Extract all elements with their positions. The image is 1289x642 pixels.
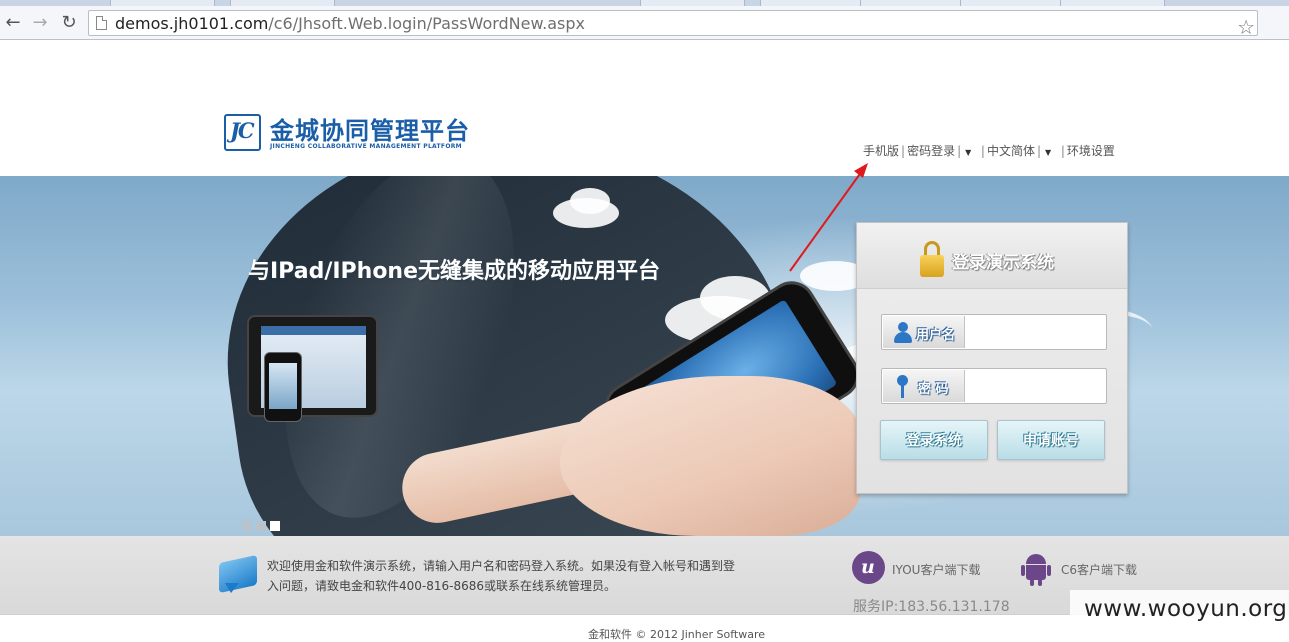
password-label-box: 密 码 xyxy=(883,370,965,402)
star-icon[interactable]: ☆ xyxy=(1237,17,1255,37)
arrow-right-icon[interactable]: → xyxy=(31,14,49,32)
password-input[interactable] xyxy=(966,370,1105,402)
address-bar[interactable]: demos.jh0101.com/c6/Jhsoft.Web.login/Pas… xyxy=(88,10,1258,37)
top-navigation: 手机版 | 密码登录 | ▼ | 中文简体 | ▼ | 环境设置 xyxy=(863,142,1115,159)
page-icon xyxy=(96,16,107,30)
env-settings-link[interactable]: 环境设置 xyxy=(1067,142,1115,159)
password-login-link[interactable]: 密码登录 xyxy=(907,142,955,159)
watermark-text: www.wooyun.org xyxy=(1084,596,1288,622)
username-label: 用户名 xyxy=(916,328,956,343)
iyou-download-link[interactable]: IYOU客户端下载 xyxy=(892,561,980,578)
iphone-image xyxy=(264,352,302,422)
chat-bubble-icon xyxy=(219,553,259,597)
nav-separator: | xyxy=(977,144,985,158)
user-icon xyxy=(893,322,913,344)
nav-separator: | xyxy=(1057,144,1065,158)
platform-logo: JC 金城协同管理平台 JINCHENG COLLABORATIVE MANAG… xyxy=(224,114,474,154)
username-label-box: 用户名 xyxy=(883,316,965,348)
nav-separator: | xyxy=(957,144,962,158)
url-text[interactable]: demos.jh0101.com/c6/Jhsoft.Web.login/Pas… xyxy=(115,14,585,33)
copyright: 金和软件 © 2012 Jinher Software xyxy=(588,628,766,641)
nav-separator: | xyxy=(1036,144,1042,158)
banner-tagline: 与IPad/IPhone无缝集成的移动应用平台 xyxy=(248,259,661,284)
slide-dot[interactable] xyxy=(242,521,252,531)
logo-mark-text: JC xyxy=(230,118,255,143)
logo-title: 金城协同管理平台 xyxy=(270,117,470,145)
username-input[interactable] xyxy=(966,316,1105,348)
slide-indicators xyxy=(242,516,284,535)
c6-download-link[interactable]: C6客户端下载 xyxy=(1061,561,1137,578)
iyou-icon[interactable]: u xyxy=(852,551,885,584)
login-title: 登录演示系统 xyxy=(952,253,1054,273)
login-button[interactable]: 登录系统 xyxy=(880,420,988,460)
reload-icon[interactable]: ↻ xyxy=(60,14,78,32)
slide-dot[interactable] xyxy=(256,521,266,531)
browser-toolbar: ← → ↻ demos.jh0101.com/c6/Jhsoft.Web.log… xyxy=(0,6,1289,40)
lock-icon xyxy=(920,241,944,277)
iphone-screen xyxy=(269,363,297,409)
logo-mark: JC xyxy=(224,114,261,151)
language-select[interactable]: 中文简体 xyxy=(987,142,1035,159)
username-field: 用户名 xyxy=(881,314,1107,350)
ipad-screen-header xyxy=(261,326,366,335)
server-ip: 服务IP:183.56.131.178 xyxy=(853,599,1010,615)
cloud xyxy=(570,188,610,214)
caret-down-icon[interactable]: ▼ xyxy=(965,148,971,157)
caret-down-icon[interactable]: ▼ xyxy=(1045,148,1051,157)
password-label: 密 码 xyxy=(918,382,949,397)
url-host: demos.jh0101.com xyxy=(115,14,269,33)
login-header: 登录演示系统 xyxy=(857,223,1127,289)
mobile-version-link[interactable]: 手机版 xyxy=(863,142,899,159)
key-icon xyxy=(897,375,909,399)
url-path: /c6/Jhsoft.Web.login/PassWordNew.aspx xyxy=(268,14,585,33)
logo-subtitle: JINCHENG COLLABORATIVE MANAGEMENT PLATFO… xyxy=(270,143,462,150)
nav-separator: | xyxy=(901,144,906,158)
password-field: 密 码 xyxy=(881,368,1107,404)
apply-account-button[interactable]: 申请账号 xyxy=(997,420,1105,460)
slide-dot-active[interactable] xyxy=(270,521,280,531)
login-panel: 登录演示系统 用户名 密 码 登录系统 申请账号 xyxy=(856,222,1128,494)
android-icon[interactable] xyxy=(1021,552,1051,586)
watermark: www.wooyun.org xyxy=(1070,590,1289,637)
welcome-message: 欢迎使用金和软件演示系统，请输入用户名和密码登入系统。如果没有登入帐号和遇到登入… xyxy=(267,559,736,593)
arrow-left-icon[interactable]: ← xyxy=(4,14,22,32)
